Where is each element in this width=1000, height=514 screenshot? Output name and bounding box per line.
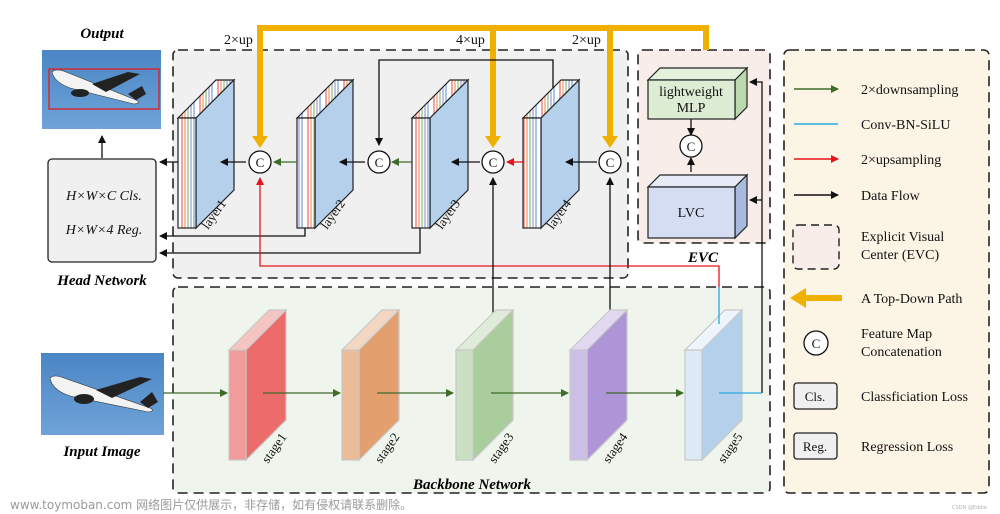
legend-label-1: Conv-BN-SiLU <box>861 118 950 133</box>
legend-concat-line1: Feature Map <box>861 327 932 342</box>
legend-concat-line2: Concatenation <box>861 345 942 360</box>
upsample-label-2: 4×up <box>456 33 485 48</box>
legend-cls-badge: Cls. <box>793 382 838 410</box>
head-output-box <box>47 158 157 263</box>
mlp-label-line2: MLP <box>677 101 706 116</box>
legend-label-2: 2×upsampling <box>861 153 941 168</box>
concat-node-1: C <box>248 150 272 174</box>
legend-evc-swatch <box>792 224 840 270</box>
evc-concat-node: C <box>679 134 703 158</box>
legend-topdown-label: A Top-Down Path <box>861 292 962 307</box>
corner-mark: CSDN @Eddie <box>952 505 987 511</box>
architecture-diagram: Output Head Network Input Image Backbone… <box>10 25 990 512</box>
mlp-label-line1: lightweight <box>659 85 723 100</box>
lvc-label: LVC <box>678 206 705 221</box>
concat-node-2: C <box>367 150 391 174</box>
cls-output-text: H×W×C Cls. <box>65 189 142 204</box>
lightweight-mlp-block: lightweight MLP <box>646 66 749 121</box>
svg-text:C: C <box>812 336 821 351</box>
watermark-text: www.toymoban.com 网络图片仅供展示，非存储，如有侵权请联系删除。 <box>10 497 412 512</box>
svg-text:Cls.: Cls. <box>805 389 826 404</box>
evc-title: EVC <box>687 250 719 266</box>
svg-text:C: C <box>687 139 696 154</box>
reg-output-text: H×W×4 Reg. <box>65 223 142 238</box>
svg-text:C: C <box>489 155 498 170</box>
svg-text:C: C <box>606 155 615 170</box>
backbone-network-title: Backbone Network <box>412 477 531 493</box>
svg-text:C: C <box>256 155 265 170</box>
legend-panel <box>783 49 990 494</box>
legend-evc-line1: Explicit Visual <box>861 230 944 245</box>
legend-reg-text: Regression Loss <box>861 440 953 455</box>
legend-label-3: Data Flow <box>861 189 921 204</box>
legend-label-0: 2×downsampling <box>861 83 958 98</box>
input-image <box>41 353 164 435</box>
legend-evc-line2: Center (EVC) <box>861 248 939 263</box>
legend-reg-badge: Reg. <box>793 432 838 460</box>
input-image-title: Input Image <box>62 444 140 460</box>
output-title: Output <box>80 26 124 42</box>
upsample-label-3: 2×up <box>572 33 601 48</box>
legend-concat-icon: C <box>803 330 829 356</box>
upsample-label-1: 2×up <box>224 33 253 48</box>
lvc-block: LVC <box>646 173 749 240</box>
svg-text:C: C <box>375 155 384 170</box>
head-network-title: Head Network <box>56 273 147 289</box>
legend-cls-text: Classficiation Loss <box>861 390 968 405</box>
output-image <box>42 50 161 129</box>
concat-node-3: C <box>481 150 505 174</box>
svg-text:Reg.: Reg. <box>803 439 827 454</box>
concat-node-4: C <box>598 150 622 174</box>
